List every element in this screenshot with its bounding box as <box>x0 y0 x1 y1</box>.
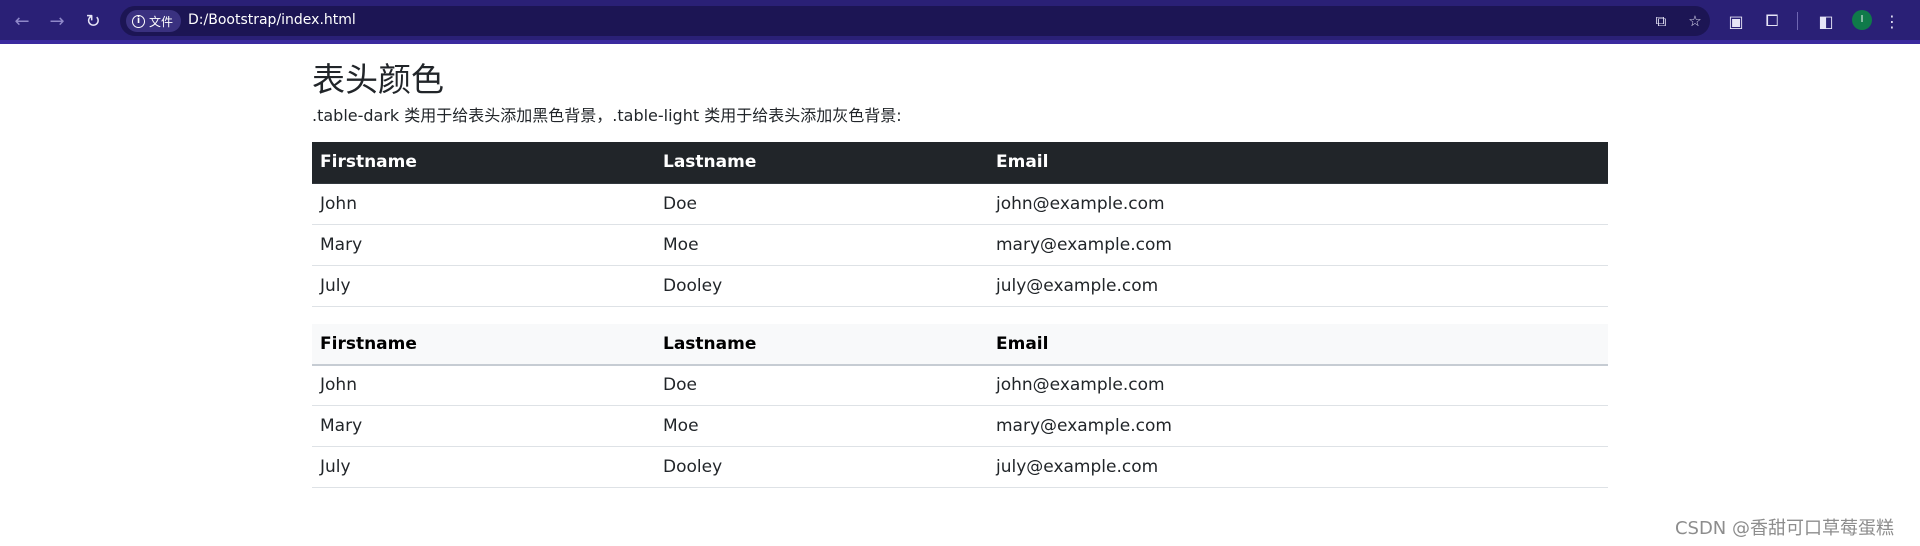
toolbar-divider <box>1797 12 1798 30</box>
star-icon[interactable]: ☆ <box>1684 10 1706 32</box>
site-info-chip[interactable]: i 文件 <box>126 10 182 32</box>
table-row: Mary Moe mary@example.com <box>312 405 1608 447</box>
more-menu-icon[interactable]: ⋮ <box>1880 9 1904 33</box>
forward-arrow-icon[interactable]: → <box>44 8 70 34</box>
back-arrow-icon[interactable]: ← <box>9 8 35 34</box>
header-lastname: Lastname <box>655 142 988 184</box>
address-bar[interactable]: i 文件 D:/Bootstrap/index.html ⧉ ☆ <box>120 6 1710 36</box>
table-row: July Dooley july@example.com <box>312 265 1608 307</box>
cell-email: john@example.com <box>988 364 1608 406</box>
cell-email: mary@example.com <box>988 405 1608 447</box>
header-firstname: Firstname <box>312 142 655 184</box>
header-email: Email <box>988 142 1608 184</box>
extension-icon[interactable]: ▣ <box>1724 9 1748 33</box>
table-row: Mary Moe mary@example.com <box>312 224 1608 266</box>
header-email: Email <box>988 323 1608 366</box>
watermark: CSDN @香甜可口草莓蛋糕 <box>1674 518 1894 539</box>
cell-lastname: Dooley <box>655 265 988 307</box>
light-table-body: John Doe john@example.com Mary Moe mary@… <box>312 364 1608 488</box>
light-header-table: Firstname Lastname Email John Doe john@e… <box>312 323 1608 488</box>
light-table-head: Firstname Lastname Email <box>312 323 1608 366</box>
dark-table-head: Firstname Lastname Email <box>312 142 1608 184</box>
translate-icon[interactable]: ⧉ <box>1650 10 1672 32</box>
header-row: Firstname Lastname Email <box>312 323 1608 366</box>
cell-firstname: July <box>312 265 655 307</box>
cell-lastname: Doe <box>655 183 988 225</box>
cell-lastname: Dooley <box>655 446 988 488</box>
puzzle-icon[interactable]: ⧠ <box>1760 9 1784 33</box>
avatar[interactable]: I <box>1852 10 1872 30</box>
reload-icon[interactable]: ↻ <box>80 8 106 34</box>
cell-lastname: Moe <box>655 224 988 266</box>
cell-firstname: Mary <box>312 405 655 447</box>
side-panel-icon[interactable]: ◧ <box>1814 9 1838 33</box>
dark-table-body: John Doe john@example.com Mary Moe mary@… <box>312 183 1608 307</box>
cell-lastname: Doe <box>655 364 988 406</box>
cell-email: july@example.com <box>988 446 1608 488</box>
cell-firstname: July <box>312 446 655 488</box>
page-description: .table-dark 类用于给表头添加黑色背景，.table-light 类用… <box>312 106 902 125</box>
table-row: John Doe john@example.com <box>312 183 1608 225</box>
cell-lastname: Moe <box>655 405 988 447</box>
page-container: 表头颜色 .table-dark 类用于给表头添加黑色背景，.table-lig… <box>312 44 1608 488</box>
table-row: July Dooley july@example.com <box>312 446 1608 488</box>
cell-email: july@example.com <box>988 265 1608 307</box>
table-row: John Doe john@example.com <box>312 364 1608 406</box>
cell-email: john@example.com <box>988 183 1608 225</box>
info-icon: i <box>132 14 145 28</box>
url-text[interactable]: D:/Bootstrap/index.html <box>188 12 356 28</box>
cell-firstname: Mary <box>312 224 655 266</box>
site-chip-label: 文件 <box>149 14 174 29</box>
page-title: 表头颜色 <box>312 60 444 99</box>
header-row: Firstname Lastname Email <box>312 142 1608 184</box>
header-firstname: Firstname <box>312 323 655 366</box>
cell-email: mary@example.com <box>988 224 1608 266</box>
dark-header-table: Firstname Lastname Email John Doe john@e… <box>312 142 1608 307</box>
cell-firstname: John <box>312 183 655 225</box>
header-lastname: Lastname <box>655 323 988 366</box>
browser-toolbar: ← → ↻ i 文件 D:/Bootstrap/index.html ⧉ ☆ ▣… <box>0 0 1920 44</box>
cell-firstname: John <box>312 364 655 406</box>
